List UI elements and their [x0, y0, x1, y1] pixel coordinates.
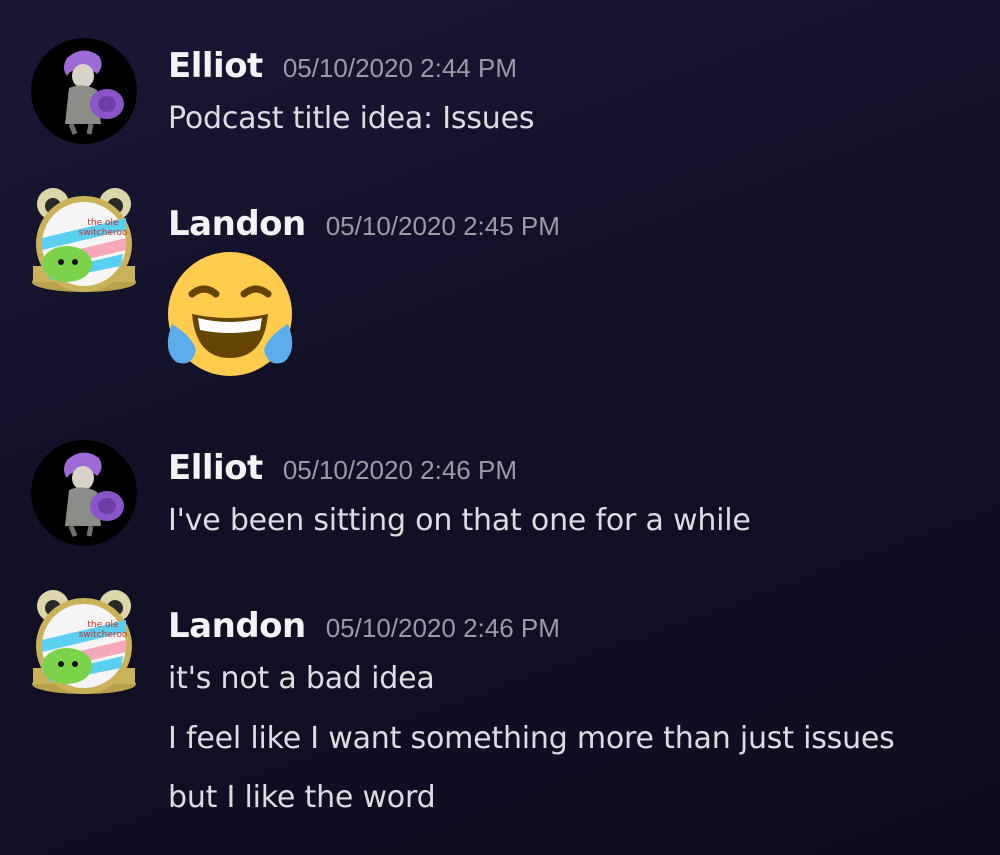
purple-hair-character-avatar-icon — [31, 440, 137, 546]
avatar-badge-text: switcheroo — [79, 630, 128, 640]
avatar[interactable] — [31, 440, 137, 546]
message-text: Podcast title idea: Issues — [168, 101, 535, 136]
username[interactable]: Elliot — [168, 46, 263, 86]
chat-message-list: Elliot 05/10/2020 2:44 PM Podcast title … — [0, 0, 1000, 855]
avatar[interactable]: the ole switcheroo — [31, 590, 137, 696]
message-text: I feel like I want something more than j… — [168, 721, 895, 756]
avatar[interactable]: the ole switcheroo — [31, 188, 137, 294]
username[interactable]: Elliot — [168, 448, 263, 488]
timestamp: 05/10/2020 2:44 PM — [282, 53, 517, 83]
username[interactable]: Landon — [168, 606, 306, 646]
avatar-badge-text: the ole — [87, 218, 119, 228]
purple-hair-character-avatar-icon — [31, 38, 137, 144]
message-text: but I like the word — [168, 780, 436, 815]
timestamp: 05/10/2020 2:46 PM — [325, 613, 560, 643]
avatar-badge-text: the ole — [87, 620, 119, 630]
frog-pride-badge-avatar-icon: the ole switcheroo — [32, 590, 136, 694]
timestamp: 05/10/2020 2:46 PM — [282, 455, 517, 485]
face-with-tears-of-joy-emoji-icon[interactable] — [166, 250, 294, 378]
username[interactable]: Landon — [168, 204, 306, 244]
timestamp: 05/10/2020 2:45 PM — [325, 211, 560, 241]
avatar[interactable] — [31, 38, 137, 144]
message-text: it's not a bad idea — [168, 661, 435, 696]
frog-pride-badge-avatar-icon: the ole switcheroo — [32, 188, 136, 292]
message-text: I've been sitting on that one for a whil… — [168, 503, 751, 538]
avatar-badge-text: switcheroo — [79, 228, 128, 238]
